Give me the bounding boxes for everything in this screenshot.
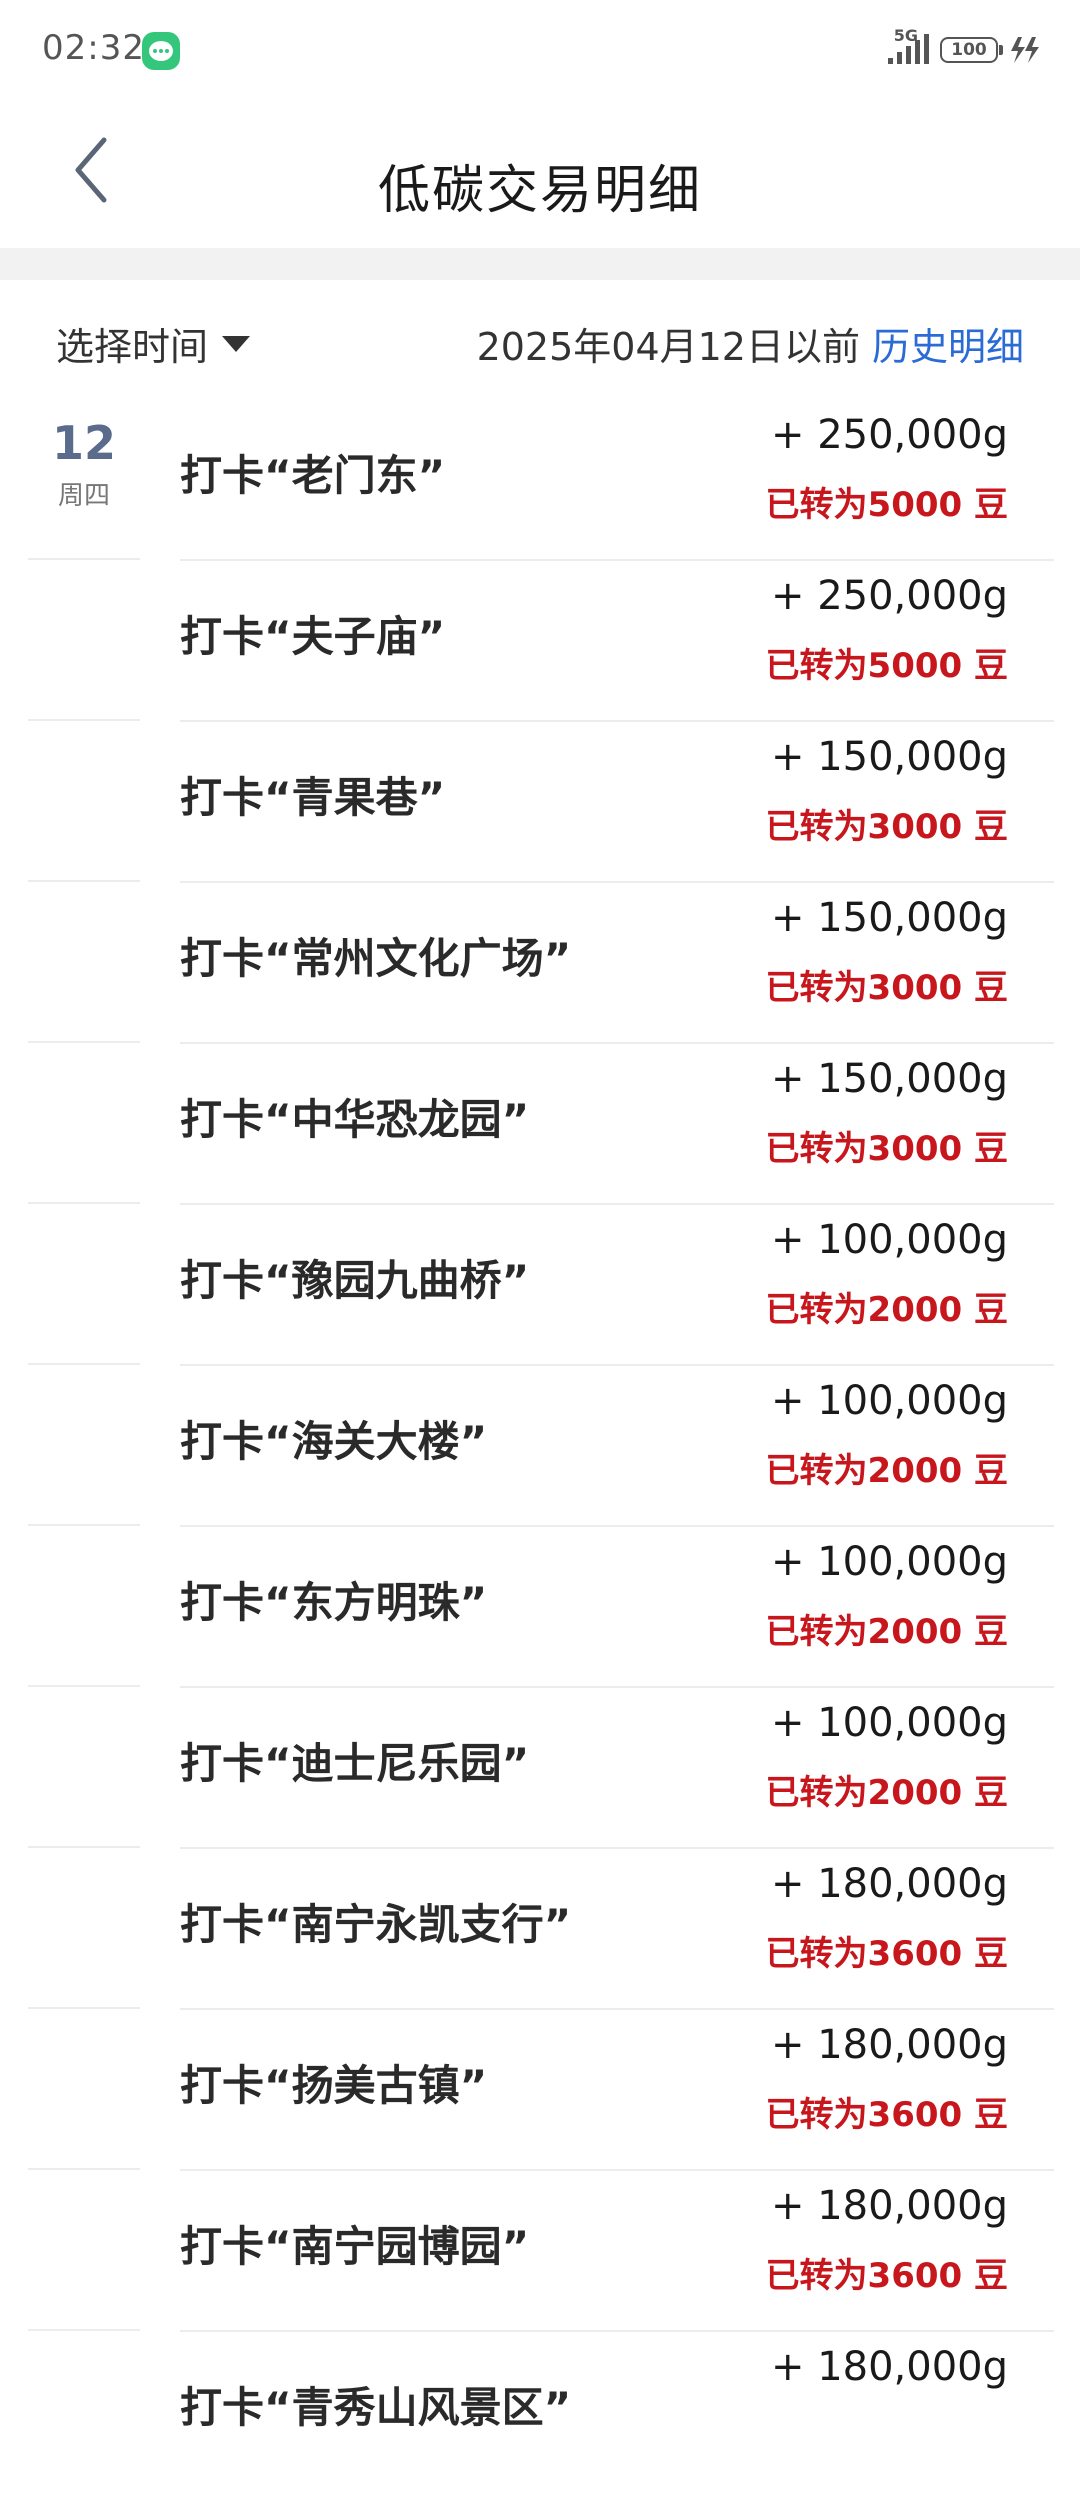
select-time-dropdown[interactable]: 选择时间 [56, 316, 251, 371]
transaction-name: 打卡“青果巷” [180, 773, 446, 822]
message-notification-icon [142, 32, 180, 70]
section-divider [0, 248, 1080, 280]
transaction-amount: + 250,000g [770, 573, 1008, 619]
transaction-amount: + 150,000g [770, 1056, 1008, 1102]
transaction-name: 打卡“豫园九曲桥” [180, 1256, 530, 1305]
transaction-amount: + 100,000g [770, 1539, 1008, 1585]
transaction-name: 打卡“南宁永凯支行” [180, 1900, 572, 1949]
transaction-amount: + 180,000g [770, 2183, 1008, 2229]
transaction-amount: + 150,000g [770, 895, 1008, 941]
transaction-name: 打卡“夫子庙” [180, 612, 446, 661]
filter-bar: 选择时间 2025年04月12日以前 历史明细 [0, 280, 1080, 400]
transaction-converted: 已转为3000 豆 [765, 807, 1008, 847]
transaction-amount: + 100,000g [770, 1378, 1008, 1424]
date-before-text: 2025年04月12日以前 [476, 325, 860, 369]
transaction-converted: 已转为3000 豆 [765, 1129, 1008, 1169]
transaction-name: 打卡“常州文化广场” [180, 934, 572, 983]
transaction-row[interactable]: 打卡“迪士尼乐园” + 100,000g 已转为2000 豆 [0, 1688, 1080, 1849]
transaction-converted: 已转为3600 豆 [765, 1934, 1008, 1974]
transaction-name: 打卡“老门东” [180, 451, 446, 500]
battery-icon: 100 [940, 37, 1003, 63]
transaction-amount: + 100,000g [770, 1700, 1008, 1746]
transaction-converted: 已转为3600 豆 [765, 2095, 1008, 2135]
transaction-name: 打卡“中华恐龙园” [180, 1095, 530, 1144]
transaction-amount: + 180,000g [770, 2344, 1008, 2390]
transaction-name: 打卡“青秀山风景区” [180, 2383, 572, 2432]
transaction-row[interactable]: 打卡“老门东” + 250,000g 已转为5000 豆 [0, 400, 1080, 561]
signal-icon [888, 34, 929, 64]
transaction-converted: 已转为2000 豆 [765, 1290, 1008, 1330]
charging-icon [1011, 37, 1039, 63]
transaction-name: 打卡“迪士尼乐园” [180, 1739, 530, 1788]
transaction-row[interactable]: 打卡“南宁永凯支行” + 180,000g 已转为3600 豆 [0, 1849, 1080, 2010]
transaction-name: 打卡“南宁园博园” [180, 2222, 530, 2271]
status-bar: 02:32 5G 100 [0, 0, 1080, 100]
transaction-converted: 已转为5000 豆 [765, 485, 1008, 525]
transaction-row[interactable]: 打卡“夫子庙” + 250,000g 已转为5000 豆 [0, 561, 1080, 722]
transaction-converted: 已转为3000 豆 [765, 968, 1008, 1008]
transaction-converted: 已转为2000 豆 [765, 1612, 1008, 1652]
transaction-row[interactable]: 打卡“中华恐龙园” + 150,000g 已转为3000 豆 [0, 1044, 1080, 1205]
page-title: 低碳交易明细 [377, 161, 702, 221]
transaction-amount: + 250,000g [770, 412, 1008, 458]
transaction-name: 打卡“海关大楼” [180, 1417, 488, 1466]
transaction-row[interactable]: 打卡“常州文化广场” + 150,000g 已转为3000 豆 [0, 883, 1080, 1044]
transaction-name: 打卡“扬美古镇” [180, 2061, 488, 2110]
caret-down-icon [222, 335, 251, 352]
transaction-amount: + 150,000g [770, 734, 1008, 780]
date-range-info: 2025年04月12日以前 历史明细 [477, 316, 1024, 371]
transaction-amount: + 100,000g [770, 1217, 1008, 1263]
transaction-row[interactable]: 打卡“青秀山风景区” + 180,000g [0, 2332, 1080, 2493]
header: 低碳交易明细 [0, 100, 1080, 248]
transaction-row[interactable]: 打卡“青果巷” + 150,000g 已转为3000 豆 [0, 722, 1080, 883]
transaction-amount: + 180,000g [770, 2022, 1008, 2068]
transaction-row[interactable]: 打卡“豫园九曲桥” + 100,000g 已转为2000 豆 [0, 1205, 1080, 1366]
transaction-row[interactable]: 打卡“扬美古镇” + 180,000g 已转为3600 豆 [0, 2010, 1080, 2171]
battery-level: 100 [951, 40, 987, 60]
transaction-amount: + 180,000g [770, 1861, 1008, 1907]
transaction-row[interactable]: 打卡“东方明珠” + 100,000g 已转为2000 豆 [0, 1527, 1080, 1688]
transaction-row[interactable]: 打卡“南宁园博园” + 180,000g 已转为3600 豆 [0, 2171, 1080, 2332]
transaction-converted: 已转为5000 豆 [765, 646, 1008, 686]
select-time-label: 选择时间 [56, 325, 209, 369]
status-time: 02:32 [42, 28, 145, 68]
history-details-link[interactable]: 历史明细 [872, 316, 1024, 371]
transaction-converted: 已转为2000 豆 [765, 1451, 1008, 1491]
transaction-converted: 已转为2000 豆 [765, 1773, 1008, 1813]
transaction-row[interactable]: 打卡“海关大楼” + 100,000g 已转为2000 豆 [0, 1366, 1080, 1527]
transaction-list: 打卡“老门东” + 250,000g 已转为5000 豆 打卡“夫子庙” + 2… [0, 400, 1080, 2493]
transaction-converted: 已转为3600 豆 [765, 2256, 1008, 2296]
status-indicators: 100 [886, 28, 1042, 72]
transaction-name: 打卡“东方明珠” [180, 1578, 488, 1627]
